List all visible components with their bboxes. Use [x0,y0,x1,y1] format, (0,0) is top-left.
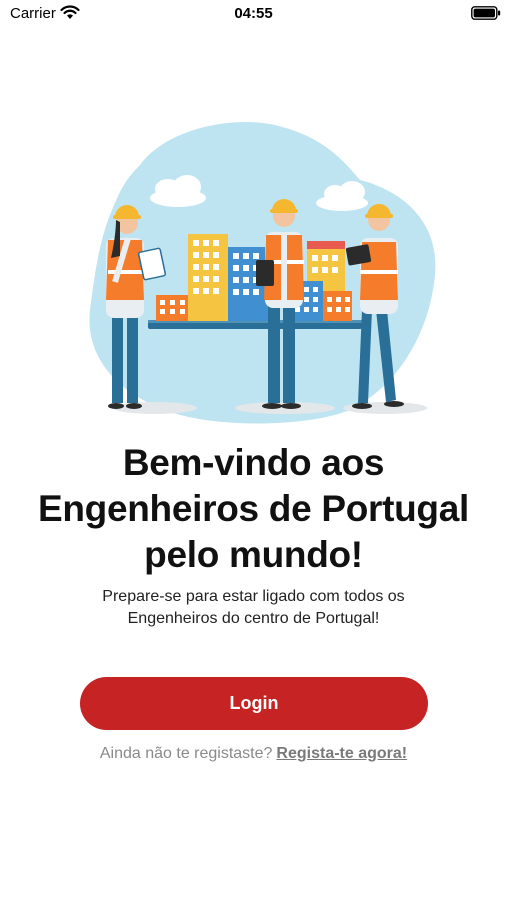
engineers-illustration [89,121,436,424]
register-prompt-text: Ainda não te registaste? [99,745,273,762]
welcome-title-line-2: Engenheiros de Portugal [38,488,469,529]
welcome-subtitle: Prepare-se para estar ligado com todos o… [0,586,507,630]
battery-icon [471,6,501,20]
register-link[interactable]: Regista-te agora! [276,745,407,762]
login-button[interactable]: Login [80,677,428,730]
register-prompt-row: Ainda não te registaste? Regista-te agora… [0,745,507,763]
welcome-subtitle-line-2: Engenheiros do centro de Portugal! [127,610,380,627]
status-bar: Carrier 04:55 [0,0,507,30]
welcome-title-line-3: pelo mundo! [144,534,363,575]
welcome-title: Bem-vindo aos Engenheiros de Portugal pe… [0,440,507,578]
welcome-subtitle-line-1: Prepare-se para estar ligado com todos o… [102,588,405,605]
status-time: 04:55 [234,5,273,22]
welcome-title-line-1: Bem-vindo aos [122,442,385,483]
